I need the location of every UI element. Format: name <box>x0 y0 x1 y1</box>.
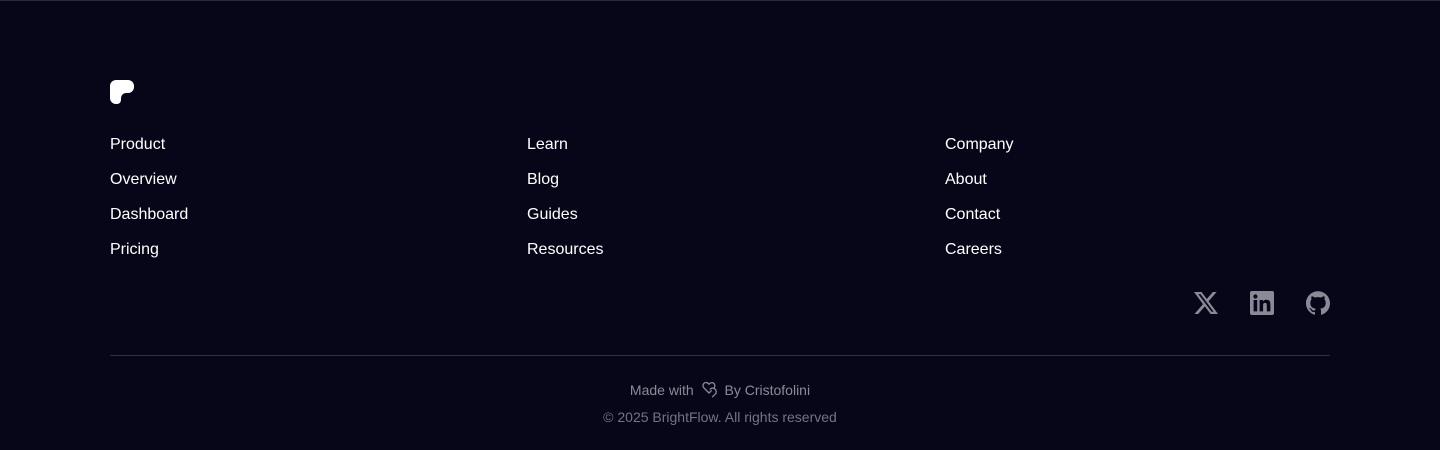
footer-link-careers[interactable]: Careers <box>945 239 1013 274</box>
column-heading: Company <box>945 136 1014 153</box>
column-heading: Product <box>110 136 166 153</box>
footer-column-company: Company About Contact Careers <box>945 134 1013 274</box>
github-icon[interactable] <box>1306 290 1330 316</box>
footer-link-overview[interactable]: Overview <box>110 169 188 204</box>
footer-link-dashboard[interactable]: Dashboard <box>110 204 188 239</box>
made-with-label: Made with <box>629 382 694 398</box>
heart-icon <box>701 381 719 403</box>
footer-link-guides[interactable]: Guides <box>527 204 603 239</box>
column-heading: Learn <box>527 136 568 153</box>
author-link[interactable]: By Cristofolini <box>725 382 811 398</box>
footer-link-pricing[interactable]: Pricing <box>110 239 188 274</box>
copyright-text: © 2025 BrightFlow. All rights reserved <box>603 409 837 425</box>
footer-column-learn: Learn Blog Guides Resources <box>527 134 603 274</box>
linkedin-icon[interactable] <box>1250 290 1274 316</box>
footer-link-blog[interactable]: Blog <box>527 169 603 204</box>
footer-link-about[interactable]: About <box>945 169 1013 204</box>
social-links <box>1194 290 1330 316</box>
footer-link-contact[interactable]: Contact <box>945 204 1013 239</box>
brightflow-logo-icon[interactable] <box>110 80 134 104</box>
footer-divider <box>110 355 1330 356</box>
x-twitter-icon[interactable] <box>1194 290 1218 316</box>
footer-top-border <box>0 0 1440 1</box>
footer-column-product: Product Overview Dashboard Pricing <box>110 134 188 274</box>
footer-link-resources[interactable]: Resources <box>527 239 603 274</box>
made-with-credit: Made with By Cristofolini <box>0 380 1440 403</box>
